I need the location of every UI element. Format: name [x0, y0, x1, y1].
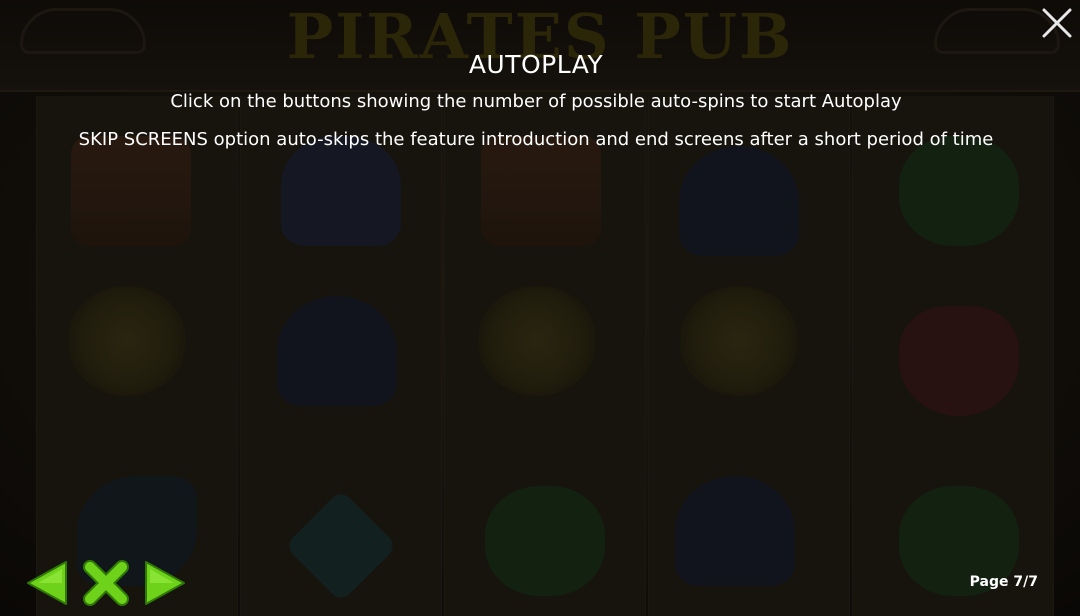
close-icon — [1042, 8, 1072, 38]
page-indicator: Page 7/7 — [969, 574, 1038, 590]
help-overlay: AUTOPLAY Click on the buttons showing th… — [0, 0, 1080, 616]
help-text-line: SKIP SCREENS option auto-skips the featu… — [78, 129, 994, 150]
help-navigation — [26, 560, 186, 606]
help-title: AUTOPLAY — [468, 50, 604, 79]
x-icon — [83, 560, 129, 606]
exit-help-button[interactable] — [82, 560, 130, 606]
help-text-line: Click on the buttons showing the number … — [170, 91, 902, 112]
next-page-button[interactable] — [144, 560, 186, 606]
close-button[interactable] — [1040, 6, 1074, 40]
prev-page-button[interactable] — [26, 560, 68, 606]
game-stage: PIRATES PUB AUTOPLAY Click on the button… — [0, 0, 1080, 616]
